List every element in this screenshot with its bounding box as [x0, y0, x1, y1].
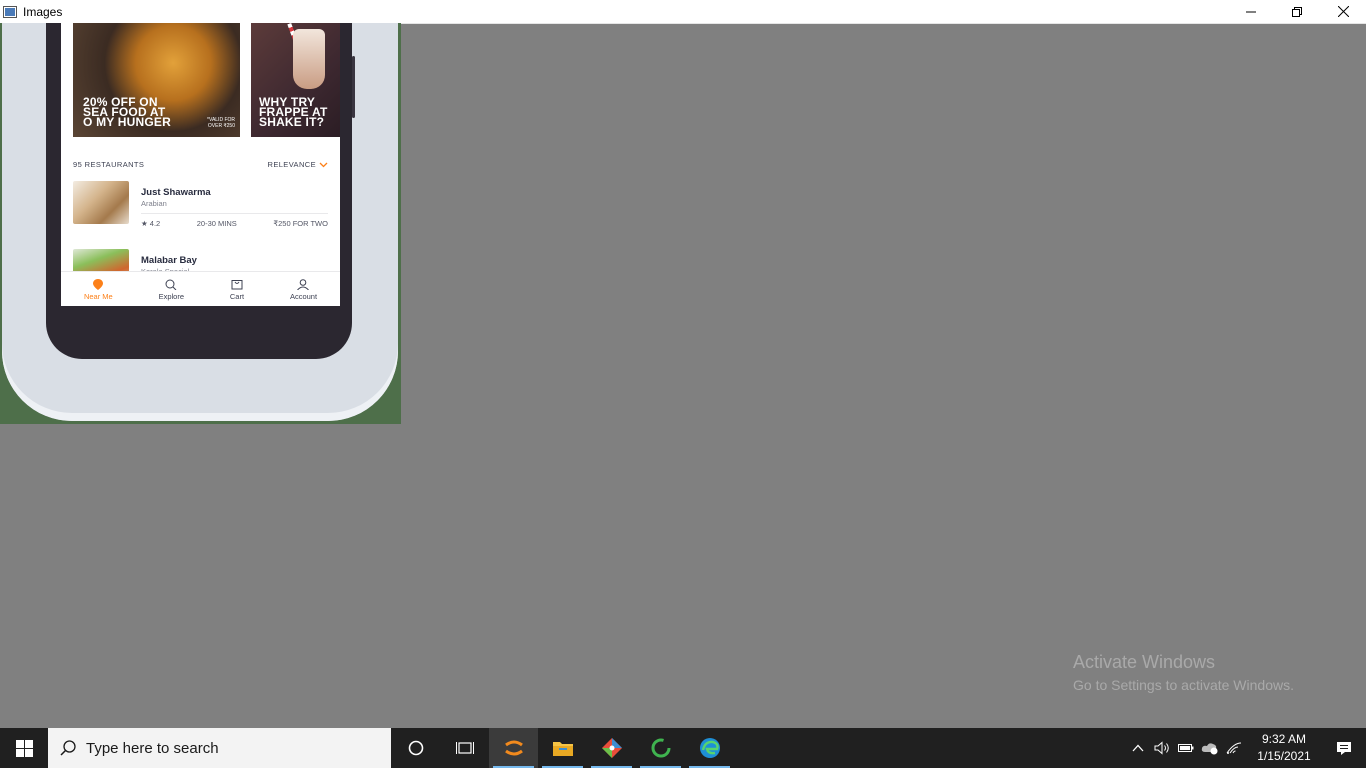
search-placeholder: Type here to search: [86, 739, 219, 757]
banner-note: *VALID FOR OVER ₹250: [207, 117, 235, 129]
promo-banner[interactable]: WHY TRY FRAPPE AT SHAKE IT?: [251, 23, 340, 137]
battery-icon: [1178, 744, 1194, 752]
title-bar: Images: [0, 0, 1366, 24]
watermark-subtitle: Go to Settings to activate Windows.: [1073, 677, 1294, 693]
restaurant-name: Just Shawarma: [141, 187, 211, 198]
battery-button[interactable]: [1174, 728, 1198, 768]
phone-side-button: [352, 56, 355, 118]
clock-date: 1/15/2021: [1257, 749, 1311, 763]
taskbar-app-file-explorer[interactable]: [538, 728, 587, 768]
bottom-navigation: Near Me Explore Cart Account: [61, 271, 340, 306]
taskbar-app-sync[interactable]: [636, 728, 685, 768]
folder-icon: [552, 742, 573, 756]
taskbar-search-box[interactable]: Type here to search: [48, 728, 391, 768]
edge-browser-icon: [699, 738, 720, 758]
nav-cart[interactable]: Cart: [230, 279, 244, 301]
show-hidden-icons-button[interactable]: [1126, 728, 1150, 768]
activate-windows-watermark: Activate Windows Go to Settings to activ…: [1073, 652, 1294, 693]
restaurant-name: Malabar Bay: [141, 255, 197, 266]
onedrive-button[interactable]: [1198, 728, 1222, 768]
close-button[interactable]: [1320, 0, 1366, 23]
taskbar-app-edge[interactable]: [685, 728, 734, 768]
close-icon: [1337, 6, 1349, 17]
diamond-app-icon: [601, 738, 622, 758]
chevron-up-icon: [1132, 744, 1144, 752]
speaker-icon: [1154, 741, 1169, 755]
sort-dropdown[interactable]: RELEVANCE: [268, 160, 328, 169]
system-tray: 9:32 AM 1/15/2021: [1126, 728, 1366, 768]
network-button[interactable]: [1222, 728, 1246, 768]
window-title: Images: [23, 4, 63, 19]
restaurant-count: 95 RESTAURANTS: [73, 160, 145, 169]
minimize-icon: [1246, 11, 1256, 12]
image-canvas: 20% OFF ON SEA FOOD AT O MY HUNGER *VALI…: [0, 23, 401, 424]
watermark-title: Activate Windows: [1073, 652, 1216, 672]
banner-title: 20% OFF ON SEA FOOD AT O MY HUNGER: [83, 95, 171, 129]
nav-account[interactable]: Account: [290, 278, 317, 301]
offer-banner[interactable]: 20% OFF ON SEA FOOD AT O MY HUNGER *VALI…: [73, 23, 240, 137]
restaurant-rating: ★ 4.2: [141, 219, 161, 228]
image-viewer-icon: [3, 5, 17, 18]
task-view-icon: [455, 742, 474, 754]
taskbar-clock[interactable]: 9:32 AM 1/15/2021: [1252, 731, 1316, 765]
windows-logo-icon: [15, 739, 33, 757]
cortana-circle-icon: [408, 740, 423, 756]
restore-button[interactable]: [1274, 0, 1320, 23]
green-ring-icon: [651, 738, 670, 758]
location-pin-icon: [93, 278, 104, 290]
orange-app-icon: [504, 740, 523, 756]
search-icon: [165, 279, 177, 290]
wifi-icon: [1226, 742, 1242, 754]
restore-icon: [1292, 6, 1302, 17]
cart-icon: [231, 279, 243, 289]
sort-row: 95 RESTAURANTS RELEVANCE: [73, 160, 328, 169]
restaurant-thumbnail: [73, 181, 129, 224]
delivery-time: 20-30 MINS: [196, 219, 237, 228]
restaurant-meta: ★ 4.2 20-30 MINS ₹250 FOR TWO: [141, 213, 328, 228]
taskbar-app-image-viewer[interactable]: [489, 728, 538, 768]
task-view-button[interactable]: [440, 728, 489, 768]
chevron-down-icon: [319, 162, 328, 167]
cortana-button[interactable]: [391, 728, 440, 768]
frappe-glass-graphic: [293, 29, 325, 89]
price-for-two: ₹250 FOR TWO: [273, 219, 328, 228]
nav-explore[interactable]: Explore: [159, 279, 184, 301]
restaurant-cuisine: Arabian: [141, 199, 167, 208]
notification-icon: [1337, 741, 1351, 755]
taskbar: Type here to search 9:32 AM 1/15/2021: [0, 728, 1366, 768]
clock-time: 9:32 AM: [1261, 732, 1307, 746]
start-button[interactable]: [0, 728, 48, 768]
taskbar-app-git[interactable]: [587, 728, 636, 768]
phone-screen: 20% OFF ON SEA FOOD AT O MY HUNGER *VALI…: [61, 23, 340, 306]
action-center-button[interactable]: [1322, 728, 1366, 768]
minimize-button[interactable]: [1228, 0, 1274, 23]
cloud-sync-icon: [1201, 743, 1218, 755]
volume-button[interactable]: [1150, 728, 1174, 768]
sort-label: RELEVANCE: [267, 160, 316, 169]
nav-near-me[interactable]: Near Me: [84, 278, 113, 301]
account-icon: [297, 278, 310, 290]
search-icon: [60, 740, 76, 756]
banner-title: WHY TRY FRAPPE AT SHAKE IT?: [259, 95, 328, 129]
restaurant-card[interactable]: Just Shawarma Arabian ★ 4.2 20-30 MINS ₹…: [73, 181, 328, 228]
